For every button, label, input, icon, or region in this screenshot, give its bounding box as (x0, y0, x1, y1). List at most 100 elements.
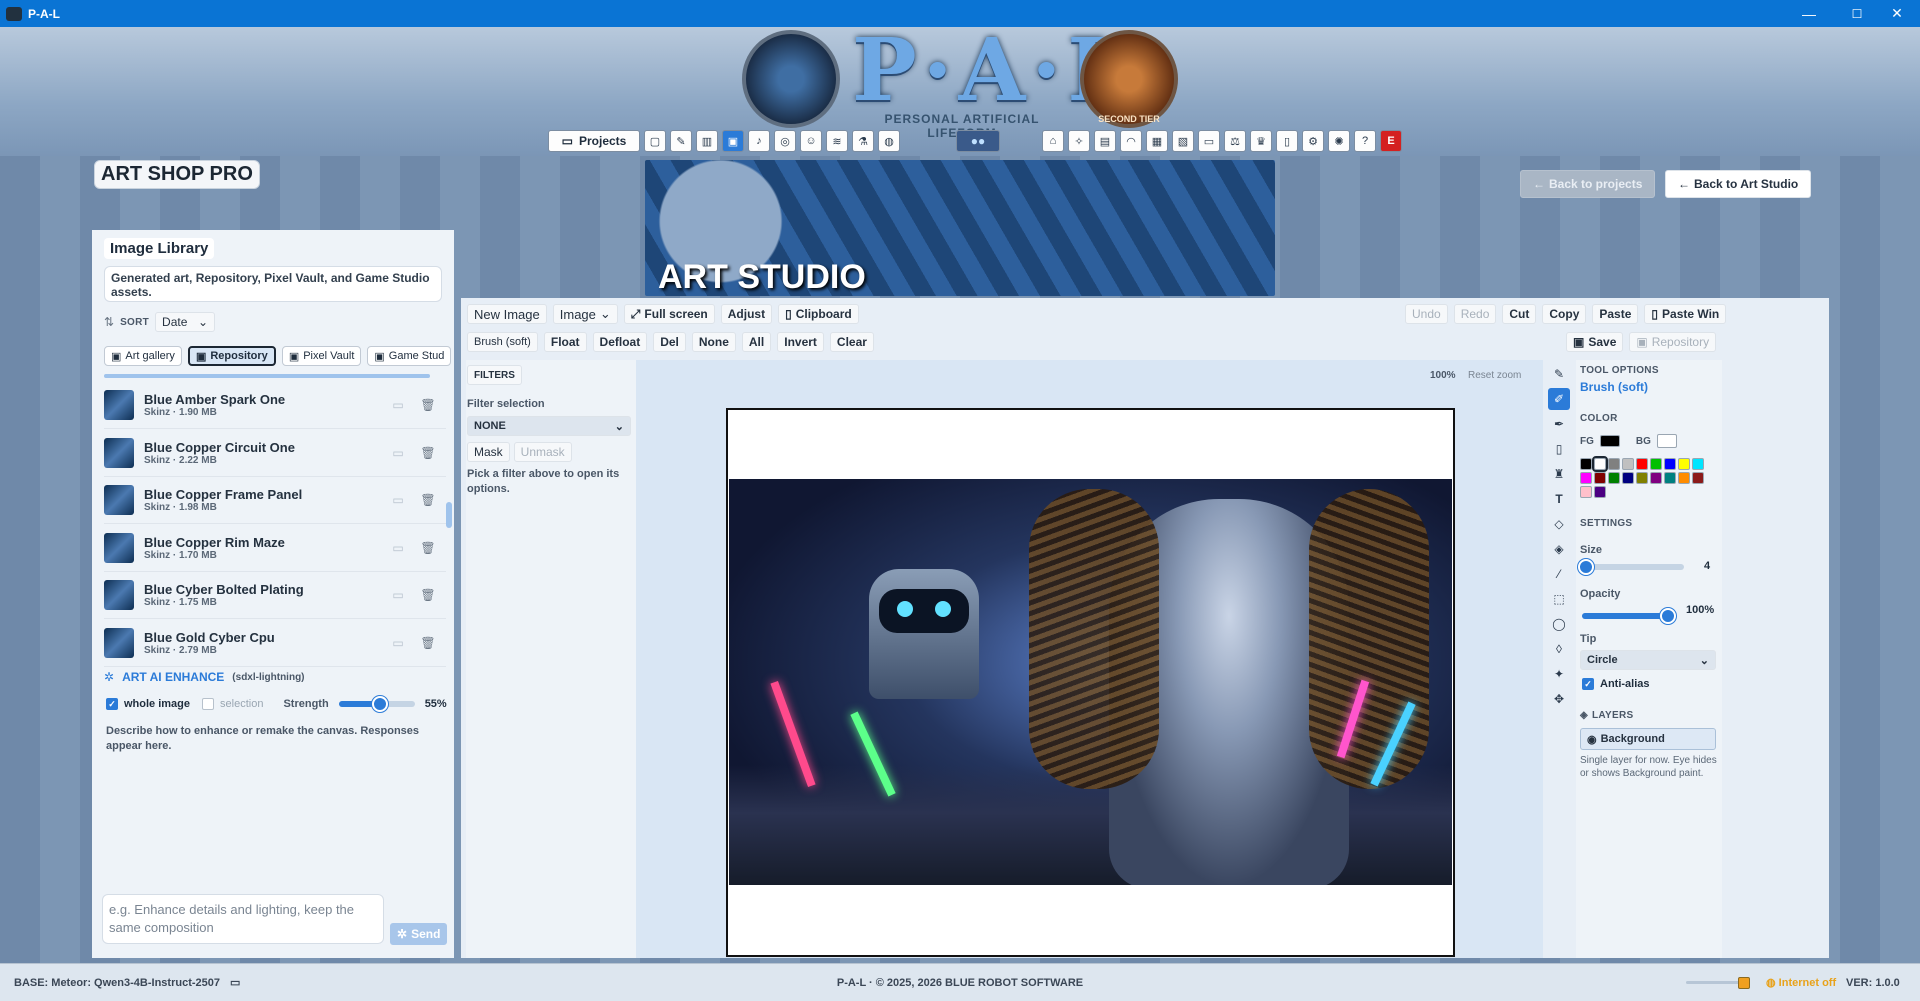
tab-game-studio[interactable]: ▣ Game Stud (367, 346, 452, 366)
back-to-art-studio-button[interactable]: ← Back to Art Studio (1665, 170, 1812, 198)
select-all-button[interactable]: All (741, 332, 772, 352)
globe-icon[interactable]: ◍ (878, 130, 900, 152)
back-to-projects-button[interactable]: ← Back to projects (1520, 170, 1656, 198)
palette-swatch[interactable] (1580, 486, 1592, 498)
palette-swatch[interactable] (1636, 472, 1648, 484)
chat-icon[interactable]: ▢ (644, 130, 666, 152)
music-icon[interactable]: ♪ (748, 130, 770, 152)
palette-swatch[interactable] (1622, 472, 1634, 484)
paste-button[interactable]: Paste (1592, 304, 1639, 324)
list-item[interactable]: Blue Amber Spark One Skinz · 1.90 MB ▭ 🗑 (104, 382, 446, 429)
trash-icon[interactable]: 🗑 (420, 635, 436, 651)
trash-icon[interactable]: 🗑 (420, 397, 436, 413)
foreground-color-swatch[interactable] (1599, 435, 1620, 447)
filter-select[interactable]: NONE ⌄ (467, 416, 631, 436)
palette-swatch[interactable] (1650, 458, 1662, 470)
pencil-icon[interactable]: ✎ (1548, 363, 1570, 385)
vertical-scrollbar[interactable] (446, 502, 452, 528)
trash-icon[interactable]: 🗑 (420, 587, 436, 603)
trash-icon[interactable]: 🗑 (420, 540, 436, 556)
palette-swatch[interactable] (1594, 472, 1606, 484)
folder-icon[interactable]: ▭ (390, 492, 406, 508)
eyedropper-icon[interactable]: ⁄ (1548, 563, 1570, 585)
clear-button[interactable]: Clear (829, 332, 874, 352)
settings-icon[interactable]: ⚙ (1302, 130, 1324, 152)
folder-icon[interactable]: ▭ (230, 976, 240, 989)
reset-zoom-button[interactable]: Reset zoom (1468, 370, 1521, 381)
tip-select[interactable]: Circle ⌄ (1580, 650, 1716, 670)
palette-swatch[interactable] (1592, 456, 1608, 472)
grid-icon[interactable] (1738, 976, 1750, 989)
send-button[interactable]: ✲ Send (390, 923, 448, 945)
help-icon[interactable]: ? (1354, 130, 1376, 152)
antialias-checkbox[interactable]: ✓ (1582, 678, 1594, 690)
tab-pixel-vault[interactable]: ▣ Pixel Vault (281, 346, 362, 366)
palette-swatch[interactable] (1622, 458, 1634, 470)
invert-button[interactable]: Invert (777, 332, 824, 352)
palette-swatch[interactable] (1664, 472, 1676, 484)
palette-swatch[interactable] (1608, 472, 1620, 484)
eraser-icon[interactable]: ◇ (1548, 513, 1570, 535)
move-icon[interactable]: ✥ (1548, 688, 1570, 710)
palette-swatch[interactable] (1594, 486, 1606, 498)
palette-swatch[interactable] (1636, 458, 1648, 470)
tab-art-gallery[interactable]: ▣ Art gallery (104, 346, 182, 366)
palette-swatch[interactable] (1608, 458, 1620, 470)
list-item[interactable]: Blue Copper Frame Panel Skinz · 1.98 MB ▭ 🗑 (104, 477, 446, 524)
palette-swatch[interactable] (1580, 472, 1592, 484)
adjust-button[interactable]: Adjust (720, 304, 773, 324)
clipboard-button[interactable]: ▯ Clipboard (778, 304, 859, 324)
palette-swatch[interactable] (1650, 472, 1662, 484)
image-icon[interactable]: ▣ (722, 130, 744, 152)
whole-image-checkbox[interactable]: ✓ (106, 698, 118, 710)
folder-icon[interactable]: ▭ (390, 540, 406, 556)
copy-button[interactable]: Copy (1542, 304, 1587, 324)
list-item[interactable]: Blue Copper Rim Maze Skinz · 1.70 MB ▭ 🗑 (104, 525, 446, 572)
palette-swatch[interactable] (1678, 472, 1690, 484)
calligraphy-icon[interactable]: ✒ (1548, 413, 1570, 435)
folder-icon[interactable]: ▭ (390, 445, 406, 461)
home-icon[interactable]: ⌂ (1042, 130, 1064, 152)
palette-swatch[interactable] (1580, 458, 1592, 470)
spray-icon[interactable]: ▯ (1548, 438, 1570, 460)
list-item[interactable]: Blue Gold Cyber Cpu Skinz · 2.79 MB ▭ 🗑 (104, 620, 446, 667)
book-icon[interactable]: ▥ (696, 130, 718, 152)
opacity-slider[interactable] (1582, 608, 1676, 624)
lasso-icon[interactable]: ◯ (1548, 613, 1570, 635)
eye-icon[interactable]: ◉ (1587, 733, 1597, 746)
palette-swatch[interactable] (1692, 458, 1704, 470)
repository-button[interactable]: ▣ Repository (1629, 332, 1717, 352)
select-none-button[interactable]: None (691, 332, 736, 352)
chip-icon[interactable]: ▦ (1146, 130, 1168, 152)
minimize-button[interactable]: — (1786, 0, 1832, 27)
redo-button[interactable]: Redo (1453, 304, 1497, 324)
magic-wand-icon[interactable]: ✦ (1548, 663, 1570, 685)
gear-icon[interactable]: ✺ (1328, 130, 1350, 152)
strength-slider[interactable] (338, 696, 415, 712)
new-image-button[interactable]: New Image (467, 304, 547, 324)
brush-icon[interactable]: ✐ (1548, 388, 1570, 410)
rect-select-icon[interactable]: ⬚ (1548, 588, 1570, 610)
folder-icon[interactable]: ▭ (390, 635, 406, 651)
mask-button[interactable]: Mask (467, 442, 510, 462)
full-screen-button[interactable]: ⤢ Full screen (623, 304, 715, 324)
undo-button[interactable]: Undo (1405, 304, 1448, 324)
compass-icon[interactable]: ✧ (1068, 130, 1090, 152)
archive-icon[interactable]: ▧ (1172, 130, 1194, 152)
float-button[interactable]: Float (543, 332, 587, 352)
enhance-prompt-input[interactable]: e.g. Enhance details and lighting, keep … (102, 894, 384, 944)
gauge-icon[interactable]: ◠ (1120, 130, 1142, 152)
tag-icon[interactable]: ◊ (1548, 638, 1570, 660)
palette-swatch[interactable] (1678, 458, 1690, 470)
folder-icon[interactable]: ▭ (390, 397, 406, 413)
document-icon[interactable]: ▯ (1276, 130, 1298, 152)
close-button[interactable]: ✕ (1874, 0, 1920, 27)
tab-repository[interactable]: ▣ Repository (187, 346, 276, 366)
drive-icon[interactable]: ▭ (1198, 130, 1220, 152)
layer-item-background[interactable]: ◉ Background (1580, 728, 1716, 750)
trash-icon[interactable]: 🗑 (420, 445, 436, 461)
size-slider[interactable] (1578, 559, 1684, 575)
list-item[interactable]: Blue Cyber Bolted Plating Skinz · 1.75 MB… (104, 572, 446, 619)
selection-checkbox[interactable] (202, 698, 215, 710)
save-button[interactable]: ▣ Save (1566, 332, 1624, 352)
